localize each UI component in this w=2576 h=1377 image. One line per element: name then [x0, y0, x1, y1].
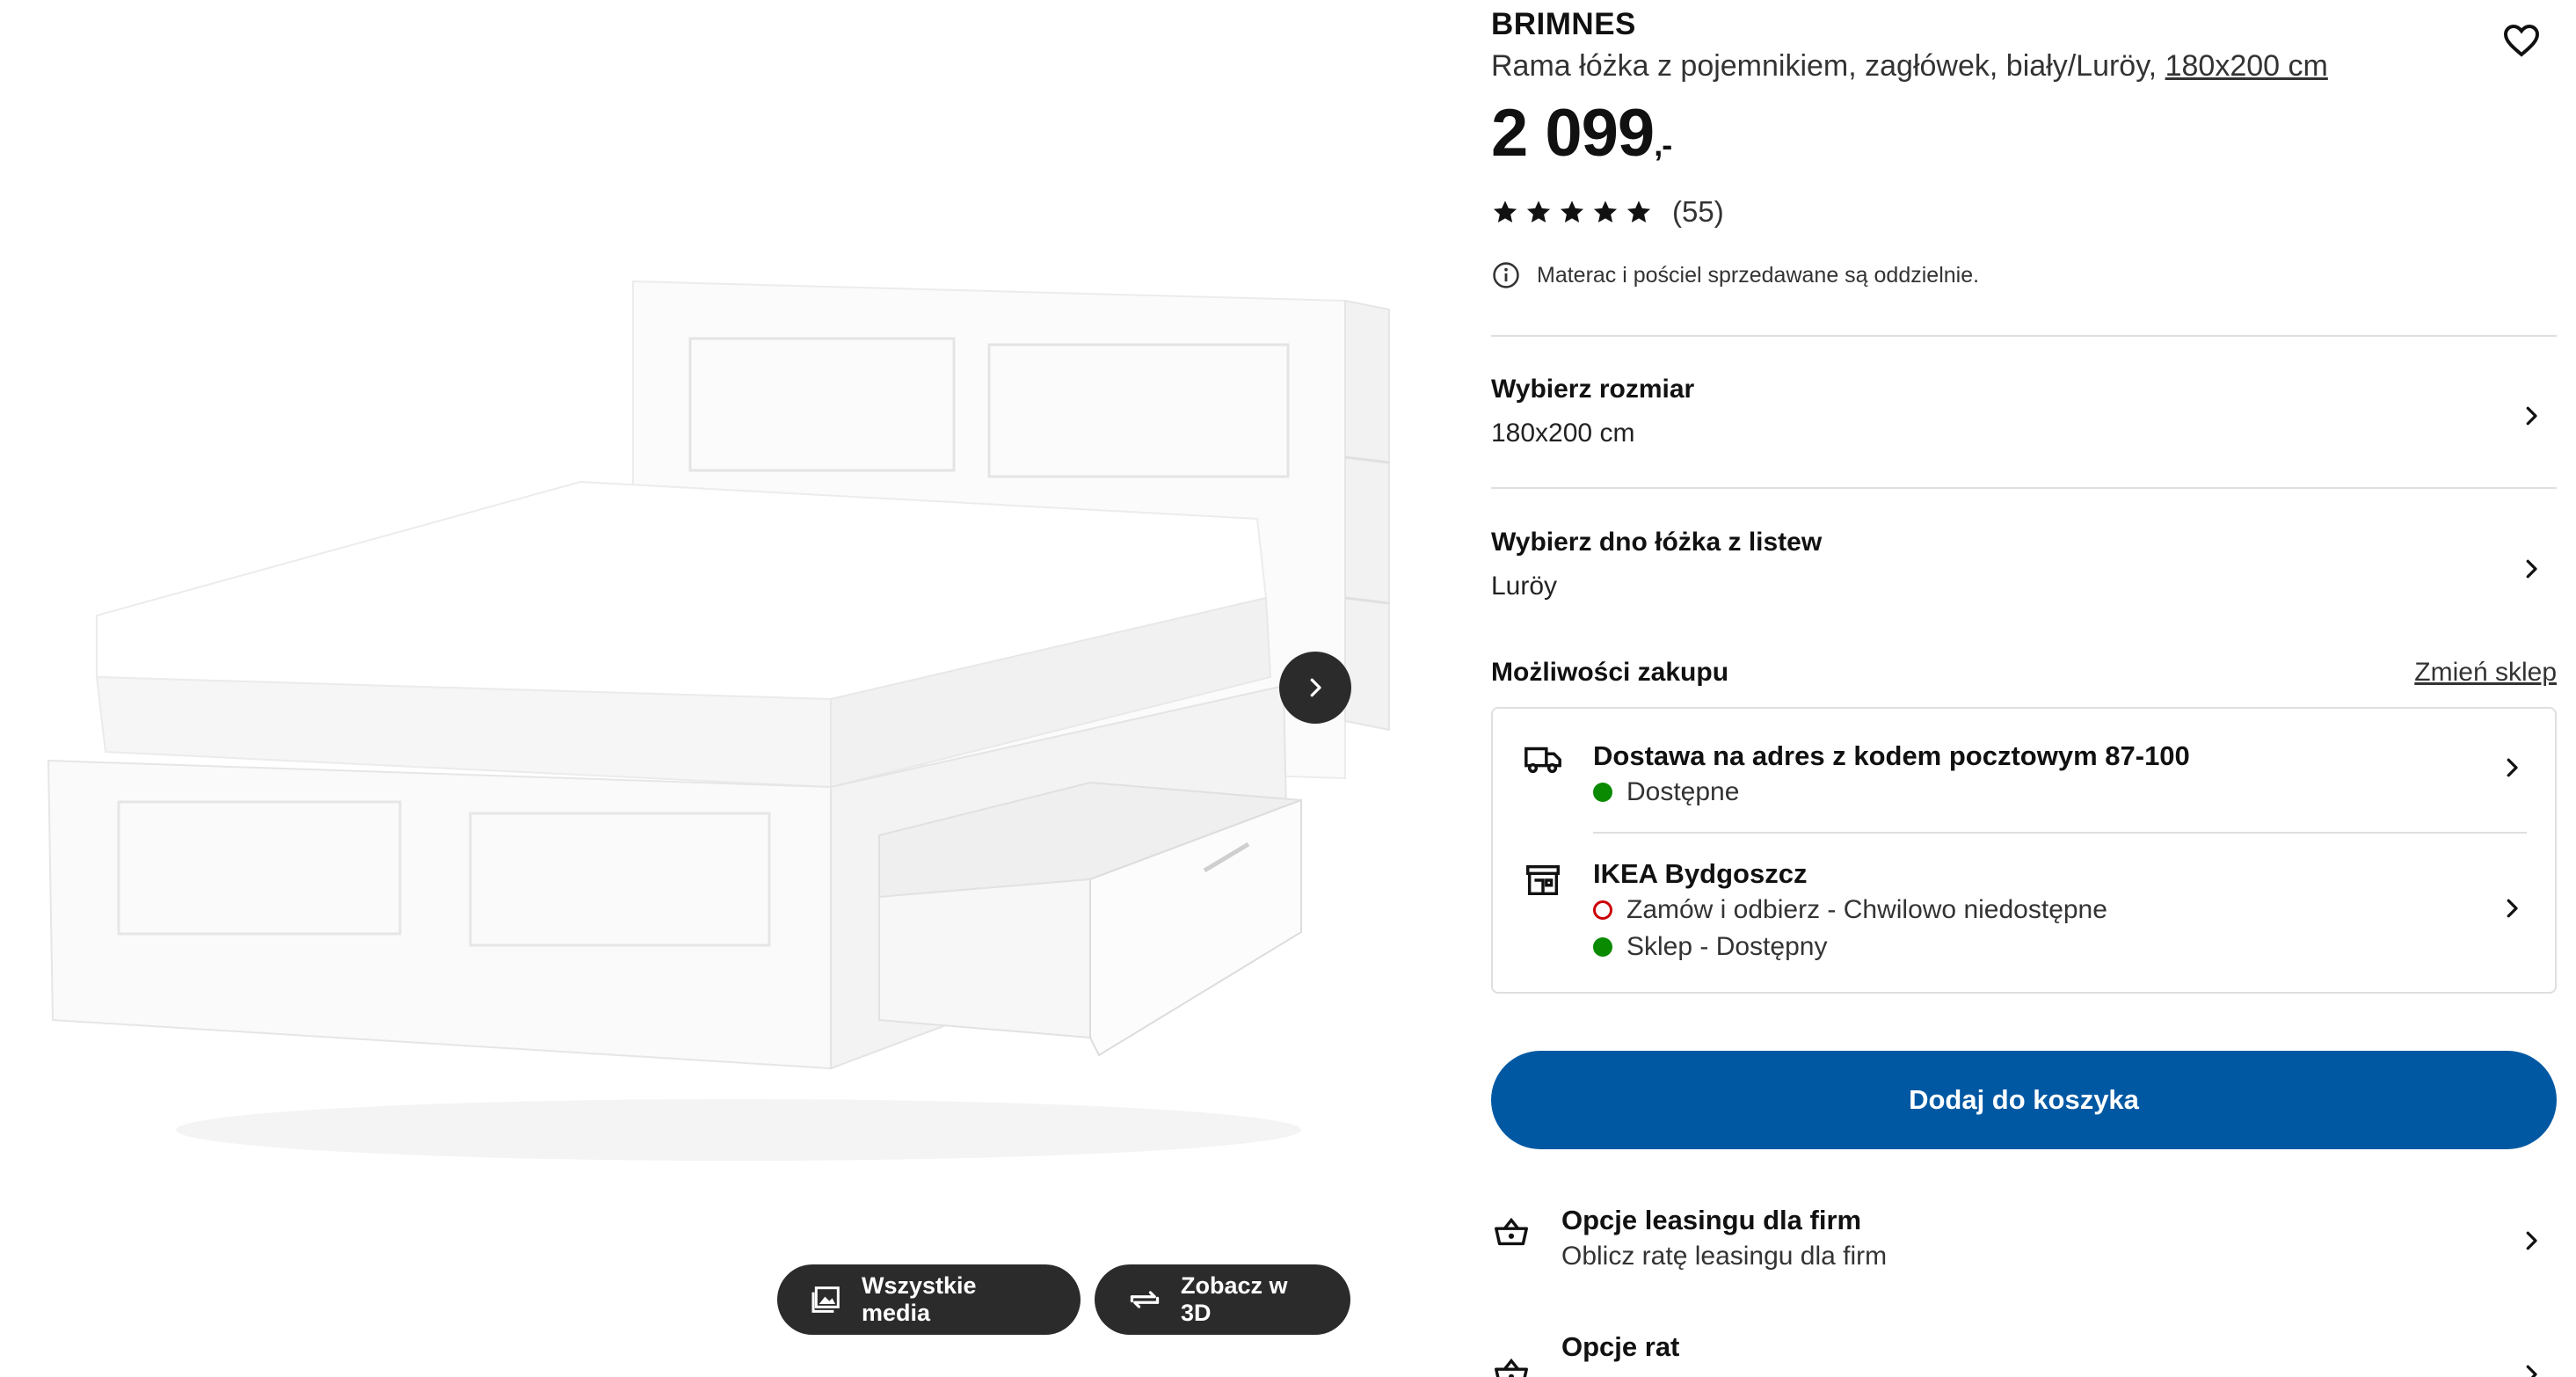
slatted-base-label: Wybierz dno łóżka z listew	[1491, 528, 1823, 557]
status-unavailable-dot	[1593, 900, 1612, 920]
status-available-dot	[1593, 783, 1612, 802]
star-icon	[1593, 200, 1618, 222]
product-info: BRIMNES Rama łóżka z pojemnikiem, zagłów…	[1491, 0, 2558, 1377]
star-icon	[1560, 200, 1584, 222]
next-image-button[interactable]	[1279, 652, 1351, 724]
favourite-button[interactable]	[2500, 19, 2543, 62]
view-3d-button[interactable]: Zobacz w 3D	[1095, 1264, 1350, 1335]
installment-title: Opcje rat	[1561, 1331, 1680, 1362]
leasing-options[interactable]: Opcje leasingu dla firm Oblicz ratę leas…	[1491, 1205, 2557, 1293]
chevron-right-icon	[2526, 1365, 2537, 1377]
price-suffix: ,-	[1654, 127, 1672, 163]
price-main: 2 099	[1491, 96, 1655, 171]
product-media: Wszystkie media Zobacz w 3D	[0, 0, 1390, 1377]
star-icon	[1493, 200, 1517, 222]
chevron-right-icon	[1310, 678, 1321, 697]
leasing-title: Opcje leasingu dla firm	[1561, 1205, 1862, 1235]
installment-options[interactable]: Opcje rat	[1491, 1331, 2557, 1377]
rating[interactable]: (55)	[1491, 195, 1724, 229]
slatted-base-selector[interactable]: Wybierz dno łóżka z listew Luröy	[1491, 528, 2557, 659]
basket-icon	[1495, 1217, 1528, 1246]
rating-stars	[1491, 198, 1653, 226]
divider	[1491, 487, 2557, 489]
truck-icon	[1524, 747, 1561, 774]
in-store-status: Sklep - Dostępny	[1593, 932, 1827, 962]
availability-box: Dostawa na adres z kodem pocztowym 87-10…	[1491, 707, 2557, 994]
in-store-text: Sklep - Dostępny	[1626, 932, 1828, 961]
chevron-right-icon	[2507, 758, 2518, 777]
add-to-cart-button[interactable]: Dodaj do koszyka	[1491, 1051, 2557, 1149]
chevron-right-icon	[2526, 406, 2537, 426]
chevron-right-icon	[2507, 899, 2518, 918]
price: 2 099,-	[1491, 95, 1672, 171]
product-description: Rama łóżka z pojemnikiem, zagłówek, biał…	[1491, 49, 2158, 83]
purchase-options-header: Możliwości zakupu Zmień sklep	[1491, 658, 2557, 688]
delivery-status: Dostępne	[1593, 777, 1739, 807]
click-collect-text: Zamów i odbierz - Chwilowo niedostępne	[1626, 895, 2107, 924]
gallery-icon	[811, 1286, 840, 1313]
product-brand: BRIMNES	[1491, 7, 1636, 41]
star-icon	[1526, 200, 1551, 222]
store-availability[interactable]: IKEA Bydgoszcz Zamów i odbierz - Chwilow…	[1493, 834, 2555, 992]
basket-icon	[1495, 1358, 1528, 1377]
star-icon	[1626, 200, 1651, 222]
divider	[1491, 335, 2557, 337]
product-notice: Materac i pościel sprzedawane są oddziel…	[1491, 260, 1979, 290]
status-available-dot	[1593, 937, 1612, 957]
leasing-desc: Oblicz ratę leasingu dla firm	[1561, 1242, 1888, 1271]
size-selector-label: Wybierz rozmiar	[1491, 375, 1695, 404]
info-icon	[1493, 262, 1519, 288]
store-icon	[1526, 864, 1560, 896]
all-media-label: Wszystkie media	[862, 1272, 977, 1326]
change-store-link[interactable]: Zmień sklep	[2414, 658, 2557, 688]
heart-icon	[2503, 24, 2540, 57]
product-subtitle: Rama łóżka z pojemnikiem, zagłówek, biał…	[1491, 49, 2328, 84]
chevron-right-icon	[2526, 1231, 2537, 1250]
chevron-right-icon	[2526, 559, 2537, 579]
purchase-options-title: Możliwości zakupu	[1491, 658, 1729, 687]
slatted-base-value: Luröy	[1491, 572, 1558, 601]
delivery-availability[interactable]: Dostawa na adres z kodem pocztowym 87-10…	[1493, 709, 2555, 832]
store-title: IKEA Bydgoszcz	[1593, 858, 1808, 889]
rating-count: (55)	[1672, 195, 1724, 228]
rotate-3d-icon	[1130, 1291, 1160, 1308]
view-3d-label: Zobacz w 3D	[1181, 1272, 1288, 1326]
delivery-title: Dostawa na adres z kodem pocztowym 87-10…	[1593, 740, 2190, 771]
size-selector-value: 180x200 cm	[1491, 419, 1635, 448]
product-image[interactable]	[35, 264, 1407, 1196]
delivery-status-text: Dostępne	[1626, 777, 1740, 806]
all-media-button[interactable]: Wszystkie media	[777, 1264, 1081, 1335]
notice-text: Materac i pościel sprzedawane są oddziel…	[1537, 262, 1980, 288]
size-link[interactable]: 180x200 cm	[2165, 49, 2328, 83]
click-collect-status: Zamów i odbierz - Chwilowo niedostępne	[1593, 895, 2107, 925]
